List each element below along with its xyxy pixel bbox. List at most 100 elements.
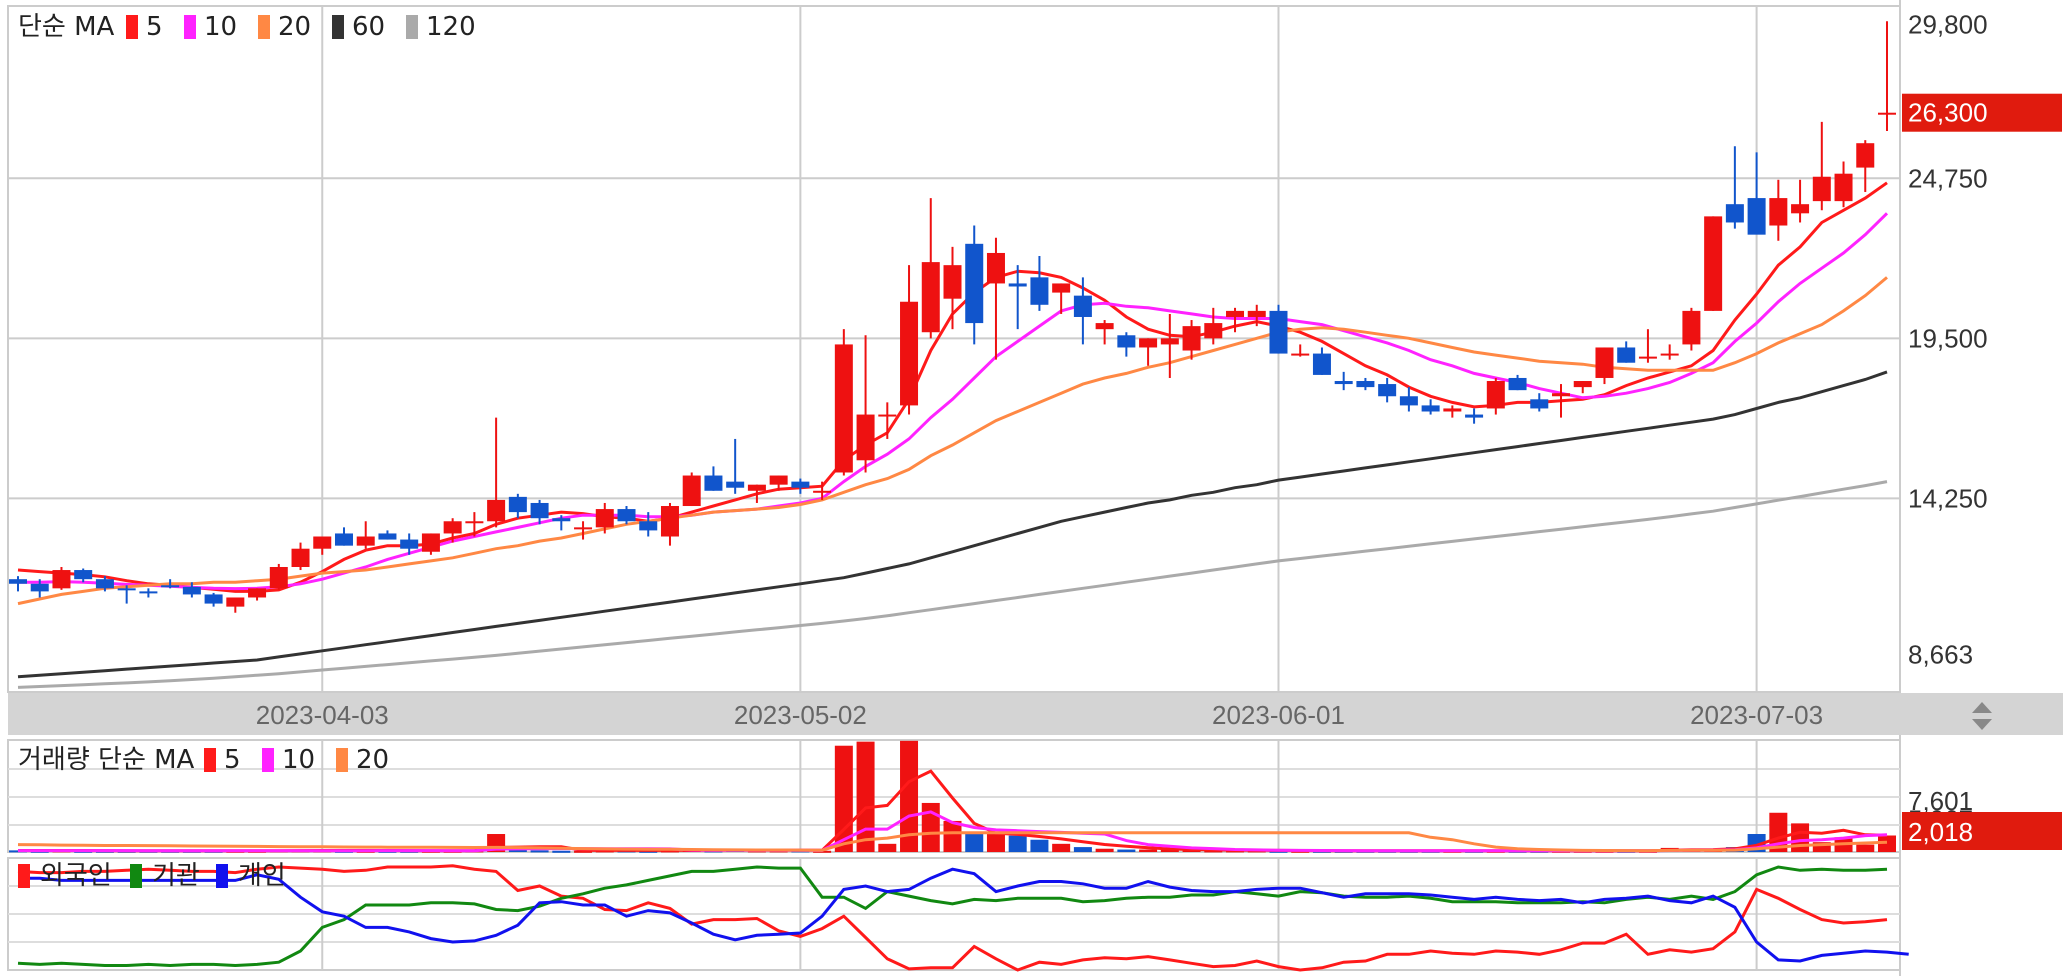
volume-bar bbox=[1095, 848, 1114, 852]
volume-bar bbox=[1791, 823, 1810, 852]
candle-body bbox=[813, 490, 832, 493]
candle-body bbox=[1443, 408, 1462, 412]
candle-body bbox=[595, 509, 614, 528]
candle-body bbox=[52, 570, 71, 589]
candle-body bbox=[421, 533, 440, 552]
candle-body bbox=[769, 475, 788, 485]
candle-body bbox=[1878, 112, 1896, 115]
candle-body bbox=[161, 585, 180, 588]
candle[interactable] bbox=[1269, 304, 1288, 354]
legend-swatch-10 bbox=[184, 15, 196, 39]
candle-body bbox=[965, 243, 984, 324]
legend-swatch-20 bbox=[258, 15, 270, 39]
candle-body bbox=[313, 536, 332, 549]
volume-bar bbox=[965, 833, 984, 852]
volume-legend-swatch-20 bbox=[336, 748, 348, 772]
candle[interactable] bbox=[421, 533, 440, 555]
candle-body bbox=[487, 499, 506, 522]
volume-bar bbox=[878, 843, 897, 852]
legend-label-5: 5 bbox=[146, 12, 163, 42]
volume-legend-label-10: 10 bbox=[282, 745, 315, 775]
candle-body bbox=[1052, 283, 1071, 293]
candle-body bbox=[334, 533, 353, 546]
candle-body bbox=[74, 570, 93, 580]
volume-bar bbox=[1052, 843, 1071, 852]
candle-body bbox=[1791, 204, 1810, 214]
candle-body bbox=[878, 414, 897, 417]
price-tick-label: 14,250 bbox=[1908, 483, 1988, 513]
investor-legend: 외국인 기관 개인 bbox=[18, 861, 286, 891]
candle-body bbox=[726, 481, 745, 488]
candle-body bbox=[465, 521, 484, 524]
candle-body bbox=[1573, 381, 1592, 388]
candle-body bbox=[747, 484, 766, 491]
candle-body bbox=[1095, 323, 1114, 330]
candle-body bbox=[1638, 356, 1657, 359]
volume-bar bbox=[530, 850, 549, 853]
volume-bar bbox=[986, 833, 1005, 852]
candle-body bbox=[552, 518, 571, 522]
price-tick-label: 24,750 bbox=[1908, 163, 1988, 193]
candle-body bbox=[182, 586, 201, 595]
candle[interactable] bbox=[682, 472, 701, 507]
candle[interactable] bbox=[52, 566, 71, 590]
volume-bar bbox=[856, 741, 875, 852]
volume-bar bbox=[1030, 839, 1049, 852]
candle[interactable] bbox=[269, 563, 288, 590]
candle-body bbox=[1008, 283, 1027, 287]
candle-body bbox=[617, 509, 636, 522]
candle-body bbox=[1030, 277, 1049, 305]
candle-body bbox=[1747, 198, 1766, 235]
volume-legend-swatch-5 bbox=[204, 748, 216, 772]
candle-body bbox=[639, 521, 658, 531]
candle-body bbox=[1834, 173, 1853, 202]
candle-body bbox=[704, 475, 723, 491]
candle-body bbox=[1291, 353, 1310, 356]
legend-swatch-5 bbox=[126, 15, 138, 39]
legend-label-60: 60 bbox=[352, 12, 385, 42]
stock-chart[interactable]: 29,800 24,750 19,500 14,250 8,663 26,300 단순 M… bbox=[0, 0, 2069, 976]
candle-body bbox=[1552, 393, 1571, 397]
candle[interactable] bbox=[834, 329, 853, 476]
candle-body bbox=[1334, 381, 1353, 385]
candle-body bbox=[1356, 381, 1375, 388]
candle-body bbox=[1856, 143, 1875, 168]
candle-body bbox=[248, 588, 267, 598]
investor-legend-label: 개인 bbox=[238, 861, 286, 891]
current-volume-label: 2,018 bbox=[1908, 817, 1973, 847]
candle-body bbox=[900, 301, 919, 406]
candle-body bbox=[291, 548, 310, 567]
candle[interactable] bbox=[1704, 216, 1723, 311]
candle-body bbox=[1117, 335, 1136, 348]
volume-legend-prefix: 거래량 단순 MA bbox=[18, 745, 195, 775]
candle-body bbox=[400, 539, 419, 549]
price-tick-label: 19,500 bbox=[1908, 323, 1988, 353]
candle-body bbox=[791, 481, 810, 488]
candle-body bbox=[1312, 353, 1331, 375]
candle[interactable] bbox=[1682, 307, 1701, 351]
candle-body bbox=[1725, 204, 1744, 223]
chart-background bbox=[0, 0, 2069, 976]
volume-bar bbox=[1117, 849, 1136, 852]
candle-body bbox=[1508, 377, 1527, 391]
candle-body bbox=[921, 262, 940, 333]
volume-bar bbox=[1073, 847, 1092, 852]
candle-body bbox=[1073, 295, 1092, 317]
candle-body bbox=[356, 536, 375, 546]
candle-body bbox=[1247, 310, 1266, 317]
legend-label-10: 10 bbox=[204, 12, 237, 42]
candle-body bbox=[139, 591, 158, 594]
candle-body bbox=[1660, 353, 1679, 356]
legend-label-120: 120 bbox=[426, 12, 476, 42]
legend-label-20: 20 bbox=[278, 12, 311, 42]
volume-legend-swatch-10 bbox=[262, 748, 274, 772]
investor-legend-swatch bbox=[130, 864, 142, 888]
volume-legend-label-5: 5 bbox=[224, 745, 241, 775]
volume-bar bbox=[1856, 844, 1875, 852]
candle-body bbox=[1682, 310, 1701, 345]
legend-swatch-120 bbox=[406, 15, 418, 39]
legend-swatch-60 bbox=[332, 15, 344, 39]
volume-bar bbox=[552, 850, 571, 853]
volume-bar bbox=[943, 820, 962, 852]
investor-legend-swatch bbox=[18, 864, 30, 888]
